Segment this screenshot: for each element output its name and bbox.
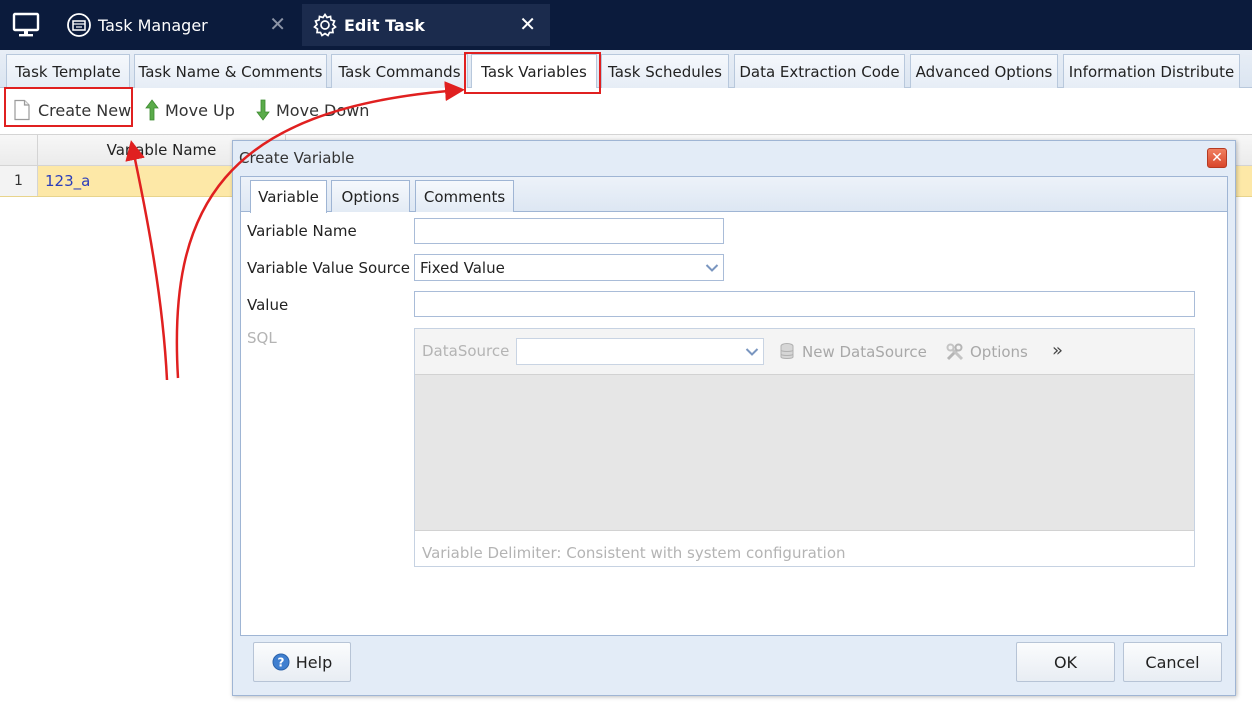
window-tab-edit-task[interactable]: Edit Task ✕ [302,4,550,46]
datasource-label: DataSource [422,342,510,360]
tab-label: Advanced Options [915,62,1053,81]
close-icon[interactable]: ✕ [269,14,286,34]
variable-delimiter-note: Variable Delimiter: Consistent with syst… [422,544,846,562]
tab-task-commands[interactable]: Task Commands [331,54,468,88]
dialog-tab-strip: Variable Options Comments [241,177,1227,213]
value-source-select[interactable]: Fixed Value [414,254,724,281]
task-manager-icon [67,13,91,37]
page-tab-strip: Task Template Task Name & Comments Task … [0,50,1252,89]
tab-task-name-comments[interactable]: Task Name & Comments [134,54,327,88]
tab-variable[interactable]: Variable [250,180,327,213]
variables-toolbar: Create New Move Up Move Down [0,88,1252,132]
ok-button[interactable]: OK [1016,642,1115,682]
value-source-selected: Fixed Value [420,258,505,277]
dialog-body: Variable Options Comments Variable Name … [240,176,1228,636]
tab-label: Data Extraction Code [739,62,900,81]
help-button[interactable]: ? Help [253,642,351,682]
tab-data-extraction-code[interactable]: Data Extraction Code [734,54,905,88]
tab-label: Task Schedules [608,62,722,81]
cancel-button[interactable]: Cancel [1123,642,1222,682]
arrow-down-icon [256,99,270,121]
tools-icon [946,343,964,361]
ok-label: OK [1053,652,1078,672]
tab-label: Variable [258,188,319,206]
more-button[interactable]: » [1052,340,1063,361]
sql-editor-panel: DataSource New DataSource Options » Vari… [414,328,1195,567]
tab-information-distribute[interactable]: Information Distribute [1063,54,1240,88]
help-label: Help [295,652,333,672]
tab-label: Information Distribute [1068,62,1235,81]
tab-advanced-options[interactable]: Advanced Options [910,54,1058,88]
database-icon [780,343,794,359]
move-down-button[interactable]: Move Down [256,94,369,126]
chevron-down-icon[interactable] [741,339,763,364]
create-variable-dialog: Create Variable ✕ Variable Options Comme… [232,140,1236,696]
highlight-create-new [4,87,133,127]
chevron-down-icon[interactable] [701,255,723,280]
tab-label: Task Template [15,62,121,81]
dialog-footer: ? Help OK Cancel [240,636,1228,692]
move-up-label: Move Up [165,100,235,120]
tab-label: Options [341,187,400,206]
sql-toolbar: DataSource New DataSource Options » [415,329,1194,375]
move-down-label: Move Down [276,100,370,120]
arrow-up-icon [145,99,159,121]
tab-comments[interactable]: Comments [415,180,514,212]
row-number-header [0,135,38,165]
tab-options[interactable]: Options [331,180,410,212]
value-source-label: Variable Value Source [247,259,410,277]
sql-options-button[interactable]: Options [945,342,1028,362]
variable-name-cell[interactable]: 123_a [45,172,90,190]
tab-task-template[interactable]: Task Template [6,54,130,88]
app-root: Task Manager ✕ Edit Task ✕ Task Template… [0,0,1252,718]
tab-label: Comments [423,187,506,206]
new-datasource-button[interactable]: New DataSource [779,342,927,362]
help-icon: ? [272,653,290,671]
dialog-title: Create Variable [239,149,355,167]
close-icon[interactable]: ✕ [1207,148,1227,168]
sql-label: SQL [247,329,277,347]
close-icon[interactable]: ✕ [519,14,536,34]
variable-name-label: Variable Name [247,222,357,240]
move-up-button[interactable]: Move Up [145,94,235,126]
datasource-select[interactable] [516,338,764,365]
value-input[interactable] [414,291,1195,317]
window-tab-task-manager[interactable]: Task Manager ✕ [56,4,302,46]
window-tab-label: Task Manager [98,15,208,35]
monitor-icon[interactable] [12,12,40,38]
cancel-label: Cancel [1145,652,1200,672]
row-number: 1 [0,166,38,196]
highlight-task-variables-tab [464,52,601,94]
window-tab-label: Edit Task [344,15,425,35]
column-header-label: Variable Name [106,141,217,159]
double-chevron-right-icon: » [1052,340,1064,361]
value-label: Value [247,296,289,314]
title-bar: Task Manager ✕ Edit Task ✕ [0,0,1252,50]
new-datasource-label: New DataSource [802,343,927,361]
sql-text-area[interactable] [415,375,1194,531]
sql-options-label: Options [970,343,1028,361]
gear-icon [313,12,337,37]
tab-label: Task Name & Comments [138,62,323,81]
tab-label: Task Commands [338,62,461,81]
variable-name-input[interactable] [414,218,724,244]
svg-text:?: ? [277,656,284,670]
tab-task-schedules[interactable]: Task Schedules [601,54,729,88]
